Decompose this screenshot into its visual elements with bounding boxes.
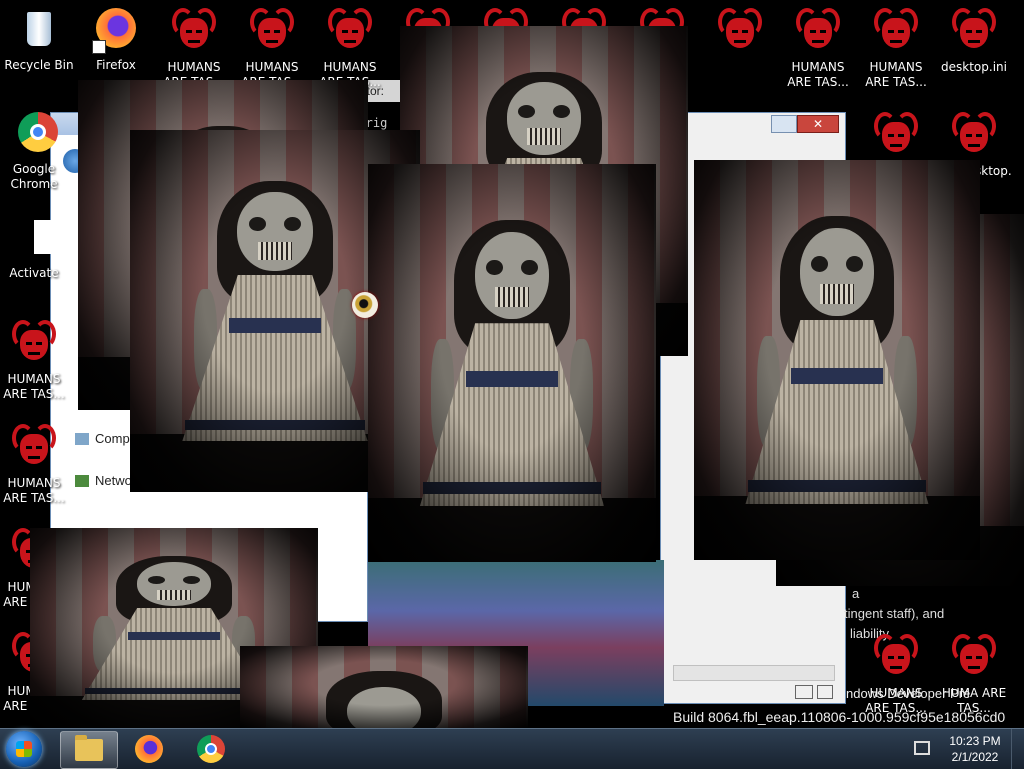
taskbar-firefox-button[interactable]: [122, 731, 178, 767]
scrollbar[interactable]: [673, 665, 835, 681]
eyeball-cursor-icon: [352, 292, 378, 318]
watermark-line-1: ndows Developer Pre: [846, 686, 971, 701]
icon-label: Activate: [9, 266, 59, 280]
preview-view-icon[interactable]: [817, 685, 833, 699]
network-icon: [75, 475, 89, 487]
demon-icon: [794, 8, 842, 56]
desktop-icon-humans[interactable]: [858, 110, 934, 164]
desktop-icon-humans[interactable]: HUMANS ARE TAS...: [156, 6, 232, 90]
shortcut-arrow-icon: [92, 40, 106, 54]
taskbar-chrome-button[interactable]: [184, 731, 240, 767]
demon-icon: [716, 8, 764, 56]
clock-date: 2/1/2022: [951, 750, 999, 764]
demon-icon: [950, 8, 998, 56]
firefox-icon: [92, 6, 140, 54]
desktop-icon-google-chrome[interactable]: Google Chrome: [0, 110, 72, 192]
desktop-icon-humans[interactable]: HUMANS ARE TAS...: [780, 6, 856, 90]
maximize-button[interactable]: [771, 115, 797, 133]
icon-label: HUMANS ARE TAS...: [3, 372, 65, 401]
taskbar-explorer-button[interactable]: [60, 731, 118, 769]
icon-label: Firefox: [96, 58, 136, 72]
icon-label: Google Chrome: [10, 162, 58, 191]
sidebar-item-computer[interactable]: Comp: [95, 431, 130, 446]
network-tray-icon[interactable]: [914, 741, 930, 755]
chrome-icon: [197, 735, 225, 763]
demon-icon: [10, 320, 58, 368]
taskbar: 10:23 PM 2/1/2022: [0, 728, 1024, 769]
desktop-icon-humans[interactable]: HUMANS ARE TAS...: [312, 6, 388, 90]
license-text: tingent staff), and: [844, 606, 945, 621]
desktop-icon-humans[interactable]: HUMANS ARE TAS...: [0, 318, 72, 402]
demon-icon: [326, 8, 374, 56]
demon-icon: [10, 424, 58, 472]
close-button[interactable]: ✕: [797, 115, 839, 133]
icon-label: Recycle Bin: [4, 58, 74, 72]
demon-icon: [950, 112, 998, 160]
firefox-icon: [135, 735, 163, 763]
clock-time: 10:23 PM: [949, 734, 1001, 748]
demon-icon: [170, 8, 218, 56]
demon-icon: [872, 634, 920, 682]
start-button[interactable]: [6, 731, 42, 767]
watermark-line-2: Build 8064.fbl_eeap.110806-1000.959cf95e…: [673, 709, 1006, 725]
computer-icon: [75, 433, 89, 445]
icon-label: HUMANS ARE TAS...: [787, 60, 849, 89]
desktop-icon-recycle-bin[interactable]: Recycle Bin: [1, 6, 77, 73]
icon-label: HUMANS ARE TAS...: [865, 60, 927, 89]
icon-label: HUMANS ARE TAS...: [3, 476, 65, 505]
desktop-icon-firefox[interactable]: Firefox: [78, 6, 154, 73]
desktop: istrator: 64] ll rig Comp Netwo ✕ a ting…: [0, 0, 1024, 728]
sidebar-item-network[interactable]: Netwo: [95, 473, 132, 488]
desktop-icon-humans[interactable]: HUMANS ARE TAS...: [858, 6, 934, 90]
popup-image[interactable]: [694, 160, 980, 560]
demon-icon: [872, 112, 920, 160]
show-desktop-button[interactable]: [1011, 729, 1024, 769]
details-view-icon[interactable]: [795, 685, 813, 699]
document-icon: [10, 214, 58, 262]
popup-image[interactable]: [240, 646, 528, 728]
desktop-icon-humans[interactable]: HUMA ARE TAS...: [936, 632, 1012, 716]
demon-icon: [872, 8, 920, 56]
demon-icon: [950, 634, 998, 682]
desktop-icon-humans[interactable]: HUMANS ARE TAS...: [0, 422, 72, 506]
desktop-icon-humans[interactable]: [702, 6, 778, 60]
desktop-icon-humans[interactable]: HUMANS ARE TAS...: [234, 6, 310, 90]
desktop-icon-humans[interactable]: HUMANS ARE TAS...: [858, 632, 934, 716]
clock[interactable]: 10:23 PM 2/1/2022: [940, 733, 1010, 765]
license-text: a: [852, 586, 860, 601]
folder-icon: [75, 735, 103, 761]
chrome-icon: [10, 110, 58, 158]
desktop-icon-activate[interactable]: Activate: [0, 214, 72, 281]
desktop-icon-desktop-ini[interactable]: desktop.ini: [936, 6, 1012, 75]
popup-image[interactable]: [368, 164, 656, 562]
demon-icon: [248, 8, 296, 56]
icon-label: desktop.ini: [941, 60, 1007, 74]
recycle-bin-icon: [15, 6, 63, 54]
